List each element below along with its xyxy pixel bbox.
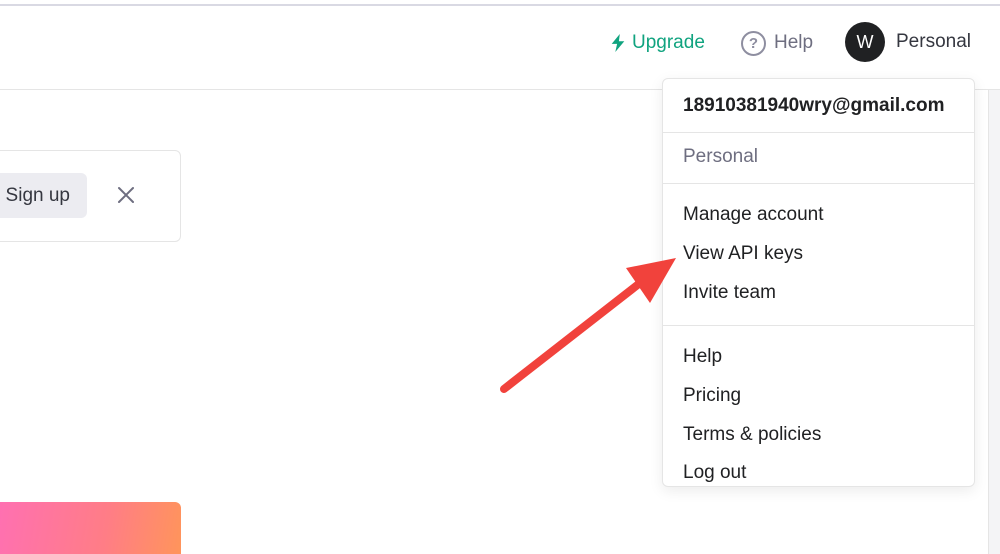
menu-item-manage-account[interactable]: Manage account: [663, 196, 974, 235]
menu-item-invite-team[interactable]: Invite team: [663, 273, 974, 312]
close-icon[interactable]: [114, 183, 138, 207]
organization-label: Personal: [663, 133, 974, 184]
account-menu-group: Manage account View API keys Invite team: [663, 184, 974, 327]
account-email: 18910381940wry@gmail.com: [663, 79, 974, 133]
page: Upgrade ? Help W Personal Sign up 189103…: [0, 0, 1000, 554]
scrollbar[interactable]: [988, 90, 1000, 554]
question-circle-icon: ?: [741, 30, 766, 56]
menu-item-pricing[interactable]: Pricing: [663, 377, 974, 416]
account-dropdown: 18910381940wry@gmail.com Personal Manage…: [662, 78, 975, 487]
upgrade-label: Upgrade: [632, 32, 705, 53]
help-label: Help: [774, 32, 814, 53]
account-menu-button[interactable]: W Personal: [845, 22, 971, 62]
menu-item-help[interactable]: Help: [663, 338, 974, 377]
menu-item-view-api-keys[interactable]: View API keys: [663, 235, 974, 274]
menu-item-log-out[interactable]: Log out: [663, 454, 974, 493]
gradient-card: [0, 502, 181, 554]
support-menu-group: Help Pricing Terms & policies Log out: [663, 326, 974, 493]
help-link[interactable]: ? Help: [741, 30, 813, 56]
avatar: W: [845, 22, 885, 62]
lightning-bolt-icon: [611, 34, 625, 52]
account-label: Personal: [896, 31, 971, 52]
upgrade-link[interactable]: Upgrade: [610, 30, 705, 56]
menu-item-terms-policies[interactable]: Terms & policies: [663, 415, 974, 454]
signup-button[interactable]: Sign up: [0, 173, 87, 218]
